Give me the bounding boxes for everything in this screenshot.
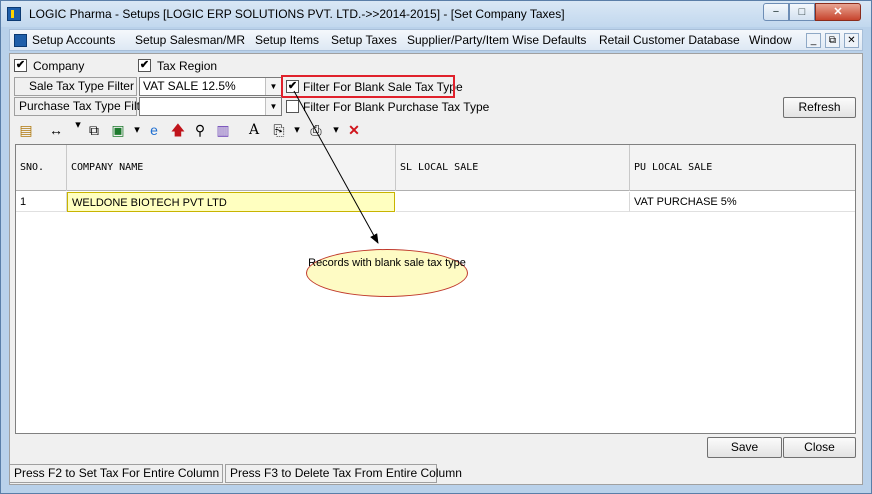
annotation-callout: Records with blank sale tax type [306, 249, 468, 297]
annotation-arrow [293, 90, 379, 244]
save-button[interactable]: Save [707, 437, 782, 458]
main-window: LOGIC Pharma - Setups [LOGIC ERP SOLUTIO… [0, 0, 872, 494]
close-button[interactable]: Close [783, 437, 856, 458]
status-f3-hint: Press F3 to Delete Tax From Entire Colum… [225, 464, 462, 483]
status-f2-hint: Press F2 to Set Tax For Entire Column [9, 464, 223, 483]
